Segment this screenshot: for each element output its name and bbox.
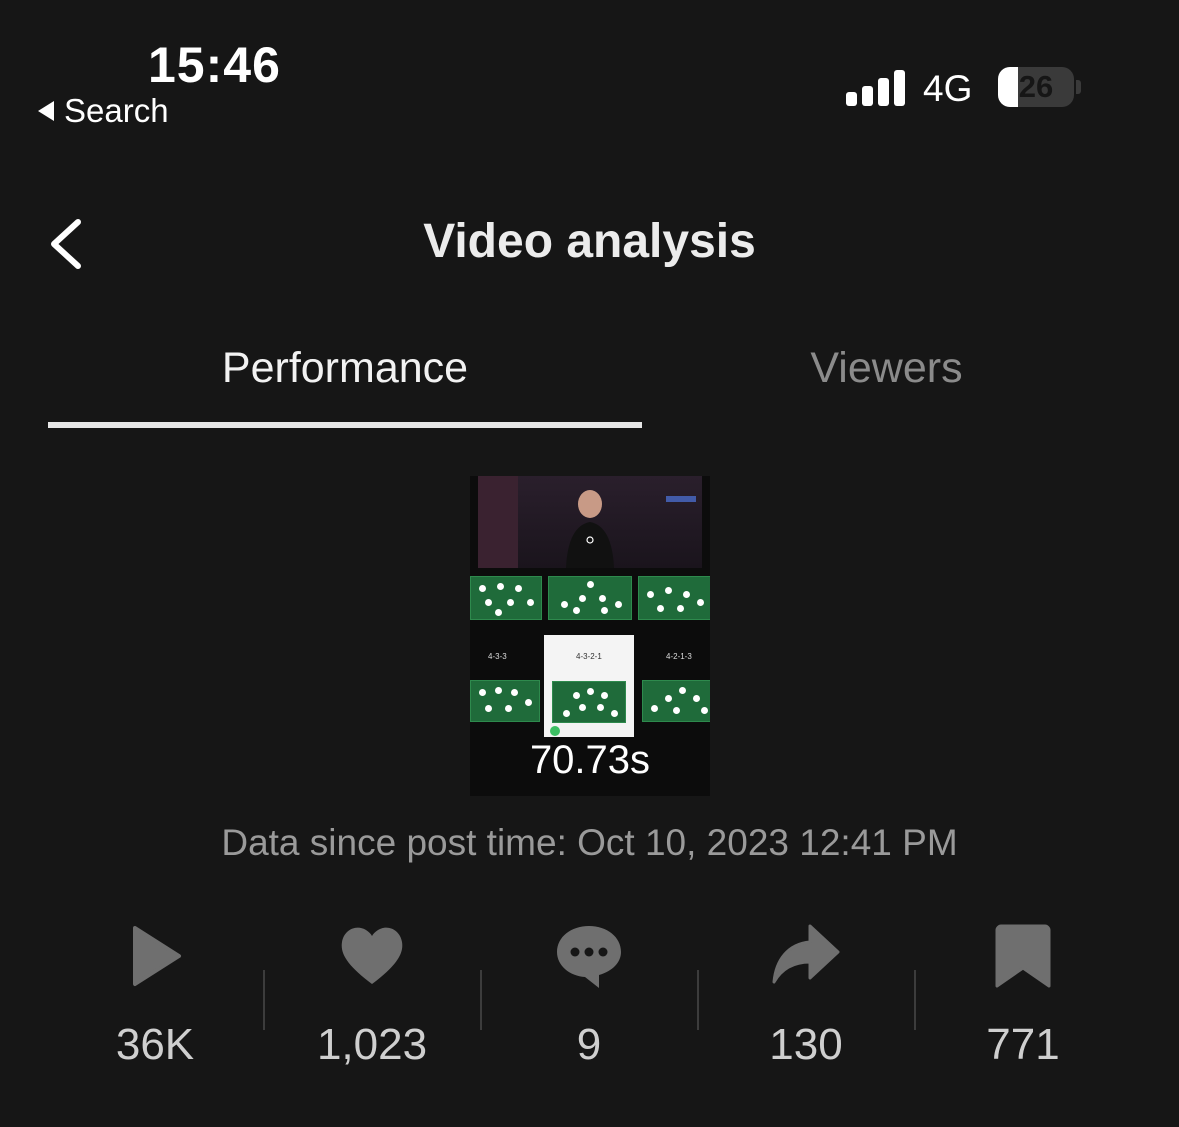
formation-label: 4-2-1-3 <box>666 652 692 661</box>
stat-comments: 9 <box>481 920 697 1070</box>
check-icon <box>550 726 560 736</box>
battery-icon: 26 <box>998 67 1074 107</box>
cellular-signal-icon <box>846 70 906 106</box>
back-triangle-icon <box>38 101 54 121</box>
battery-percent: 26 <box>1018 69 1054 104</box>
back-app-label: Search <box>64 92 169 129</box>
pitch-thumbnail <box>548 576 632 620</box>
pitch-thumbnail <box>642 680 710 722</box>
person-image <box>566 490 614 568</box>
stat-shares: 130 <box>698 920 914 1070</box>
likes-count: 1,023 <box>316 1020 428 1069</box>
back-to-search-link[interactable]: Search <box>38 92 169 130</box>
status-time: 15:46 <box>148 37 281 93</box>
formation-label: 4-3-3 <box>488 652 507 661</box>
views-count: 36K <box>115 1020 195 1069</box>
shares-count: 130 <box>769 1020 843 1069</box>
active-tab-indicator <box>48 422 642 428</box>
page-title: Video analysis <box>423 215 756 268</box>
comments-count: 9 <box>576 1020 602 1069</box>
formation-label: 4-3-2-1 <box>576 652 602 661</box>
network-type: 4G <box>923 68 973 109</box>
stat-saves: 771 <box>915 920 1131 1070</box>
heart-icon <box>341 927 403 984</box>
battery-tip <box>1076 80 1081 94</box>
comment-icon <box>557 926 621 988</box>
video-thumbnail[interactable]: 4-3-3 4-2-1-3 4-3-2-1 70.73s <box>470 476 710 796</box>
play-icon <box>133 926 181 986</box>
tab-viewers[interactable]: Viewers <box>594 344 1179 393</box>
stat-views: 36K <box>47 920 263 1070</box>
video-duration: 70.73s <box>529 738 651 782</box>
post-time-text: Data since post time: Oct 10, 2023 12:41… <box>221 822 958 863</box>
webcam-frame <box>478 476 702 568</box>
pitch-thumbnail <box>552 681 626 723</box>
share-icon <box>772 924 840 984</box>
saves-count: 771 <box>986 1020 1060 1069</box>
pitch-thumbnail <box>470 576 542 620</box>
pitch-thumbnail <box>638 576 710 620</box>
stat-likes: 1,023 <box>264 920 480 1070</box>
tab-performance[interactable]: Performance <box>48 344 642 393</box>
pitch-thumbnail <box>470 680 540 722</box>
bookmark-icon <box>995 924 1051 988</box>
selected-formation-card: 4-3-2-1 <box>544 635 634 737</box>
